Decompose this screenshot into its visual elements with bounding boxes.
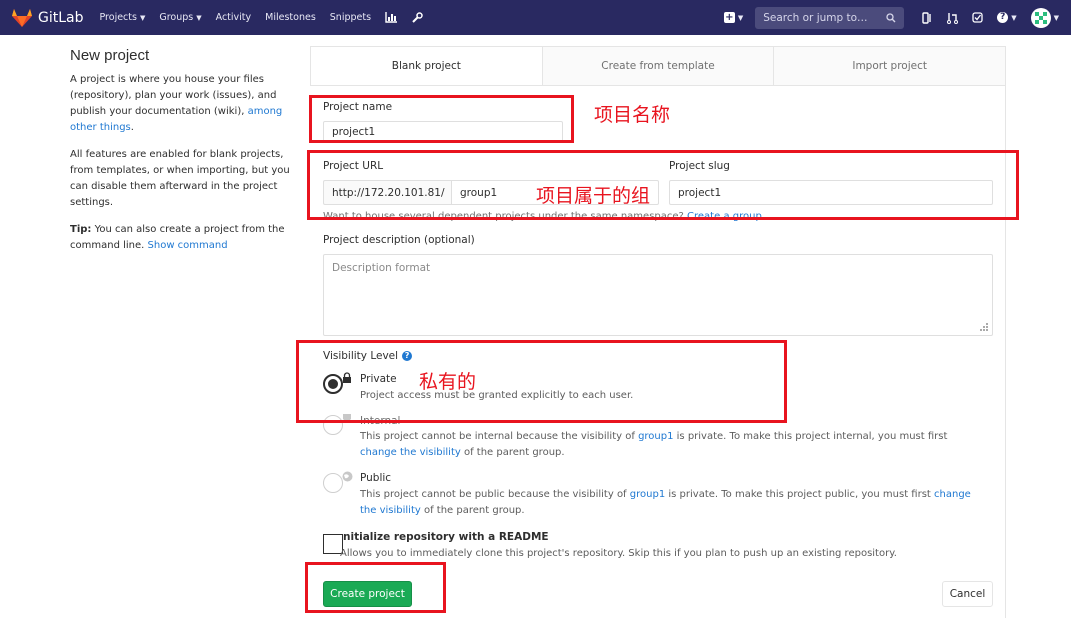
annotation-project-group: 项目属于的组: [536, 185, 651, 207]
chart-icon[interactable]: [385, 12, 398, 23]
help-dropdown[interactable]: ? ▼: [997, 12, 1017, 23]
chevron-down-icon: ▼: [737, 13, 744, 22]
new-project-sidebar: New project A project is where you house…: [70, 47, 292, 265]
public-desc-pre: This project cannot be public because th…: [360, 489, 627, 500]
page-title: New project: [70, 47, 150, 64]
nav-projects-dropdown[interactable]: Projects ▼: [100, 12, 146, 23]
question-circle-icon: ?: [997, 12, 1009, 23]
public-group-link[interactable]: group1: [630, 489, 665, 500]
sidebar-features: All features are enabled for blank proje…: [70, 149, 290, 208]
description-label: Project description (optional): [323, 234, 475, 246]
internal-desc-pre: This project cannot be internal because …: [360, 431, 635, 442]
search-icon: [886, 12, 896, 22]
user-menu-dropdown[interactable]: ▼: [1030, 7, 1059, 28]
todos-icon[interactable]: [972, 12, 983, 23]
plus-square-icon: +: [723, 12, 735, 23]
annotation-box-private: [296, 340, 787, 423]
description-end: .: [130, 122, 134, 133]
internal-change-visibility-link[interactable]: change the visibility: [360, 447, 461, 458]
annotation-private: 私有的: [419, 371, 477, 393]
visibility-public-desc: This project cannot be public because th…: [360, 487, 990, 519]
sidebar-description: A project is where you house your files …: [70, 72, 292, 136]
internal-group-link[interactable]: group1: [638, 431, 673, 442]
visibility-public-radio[interactable]: [323, 473, 343, 493]
chevron-down-icon: ▼: [196, 13, 202, 22]
search-input[interactable]: Search or jump to…: [755, 6, 905, 29]
description-placeholder: Description format: [332, 262, 431, 274]
resize-handle-icon[interactable]: [979, 322, 989, 332]
annotation-box-name: [309, 95, 574, 143]
visibility-public-title: Public: [360, 472, 392, 484]
internal-desc-mid: is private. To make this project interna…: [676, 431, 948, 442]
globe-icon: [342, 471, 353, 482]
nav-snippets[interactable]: Snippets: [330, 12, 371, 23]
search-placeholder: Search or jump to…: [763, 11, 868, 24]
new-item-dropdown[interactable]: + ▼: [723, 12, 744, 23]
readme-desc: Allows you to immediately clone this pro…: [340, 548, 897, 559]
brand-name: GitLab: [38, 9, 84, 26]
top-navbar: GitLab Projects ▼ Groups ▼ Activity Mile…: [0, 0, 1071, 35]
tab-import-project[interactable]: Import project: [773, 47, 1005, 85]
public-desc-mid: is private. To make this project public,…: [668, 489, 931, 500]
nav-groups-dropdown[interactable]: Groups ▼: [159, 12, 201, 23]
public-desc-end: of the parent group.: [423, 505, 525, 516]
avatar: [1030, 7, 1051, 28]
tab-create-from-template[interactable]: Create from template: [541, 47, 774, 85]
description-textarea[interactable]: Description format: [323, 254, 993, 336]
nav-milestones[interactable]: Milestones: [265, 12, 316, 23]
sidebar-tip: Tip: You can also create a project from …: [70, 222, 292, 254]
gitlab-home-link[interactable]: GitLab: [12, 8, 84, 27]
nav-activity[interactable]: Activity: [216, 12, 252, 23]
chevron-down-icon: ▼: [139, 13, 146, 22]
readme-title: nitialize repository with a README: [343, 531, 549, 543]
chevron-down-icon: ▼: [1053, 13, 1059, 22]
internal-desc-end: of the parent group.: [463, 447, 565, 458]
nav-projects-label: Projects: [99, 12, 137, 23]
annotation-project-name: 项目名称: [594, 104, 671, 126]
merge-requests-icon[interactable]: [947, 12, 959, 24]
annotation-box-group: [307, 150, 1019, 220]
tip-label: Tip:: [70, 224, 92, 235]
wrench-icon[interactable]: [411, 11, 423, 24]
annotation-box-create: [305, 562, 446, 613]
gitlab-logo-icon: [12, 8, 32, 27]
tab-blank-project[interactable]: Blank project: [311, 47, 542, 85]
show-command-link[interactable]: Show command: [148, 240, 228, 251]
description-text: A project is where you house your files …: [70, 74, 277, 117]
issues-icon[interactable]: [922, 11, 933, 24]
chevron-down-icon: ▼: [1011, 13, 1017, 22]
nav-groups-label: Groups: [159, 12, 194, 23]
visibility-internal-desc: This project cannot be internal because …: [360, 429, 980, 461]
cancel-button[interactable]: Cancel: [942, 581, 993, 607]
project-type-tabs: Blank project Create from template Impor…: [310, 46, 1006, 86]
